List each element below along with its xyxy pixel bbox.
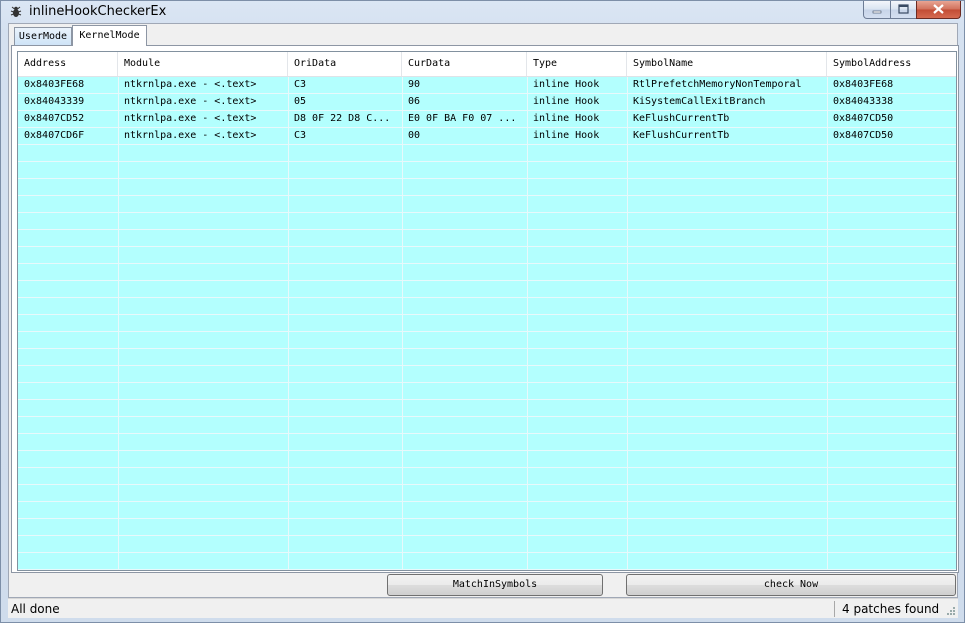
cell-type: inline Hook (533, 79, 600, 90)
resize-grip-icon[interactable] (946, 606, 956, 616)
column-header-type[interactable]: Type (527, 52, 627, 76)
column-header-curdata[interactable]: CurData (402, 52, 527, 76)
table-header: Address Module OriData CurData Type Symb… (18, 52, 956, 77)
match-in-symbols-button[interactable]: MatchInSymbols (387, 574, 603, 596)
window-title: inlineHookCheckerEx (29, 4, 167, 19)
empty-row (18, 468, 956, 485)
cell-type: inline Hook (533, 113, 600, 124)
cell-address: 0x8407CD52 (24, 113, 85, 124)
empty-row (18, 264, 956, 281)
empty-row (18, 366, 956, 383)
cell-address: 0x84043339 (24, 96, 85, 107)
status-message: All done (11, 602, 60, 616)
cell-type: inline Hook (533, 130, 600, 141)
tab-usermode[interactable]: UserMode (14, 27, 72, 45)
table-body: 0x8403FE68 ntkrnlpa.exe - <.text> C3 90 … (18, 77, 956, 570)
cell-symbolname: KeFlushCurrentTb (633, 130, 730, 141)
table-row[interactable]: 0x8403FE68 ntkrnlpa.exe - <.text> C3 90 … (18, 77, 956, 94)
cell-curdata: 00 (408, 130, 421, 141)
status-divider (834, 601, 835, 617)
empty-row (18, 213, 956, 230)
cell-oridata: 05 (294, 96, 307, 107)
app-window: inlineHookCheckerEx UserMode KernelMode … (0, 0, 965, 623)
minimize-icon (872, 10, 882, 14)
status-bar: All done 4 patches found (8, 598, 958, 618)
maximize-button[interactable] (890, 1, 917, 19)
empty-row (18, 434, 956, 451)
empty-row (18, 417, 956, 434)
minimize-button[interactable] (863, 1, 891, 19)
cell-type: inline Hook (533, 96, 600, 107)
cell-symboladdress: 0x8403FE68 (833, 79, 894, 90)
empty-row (18, 553, 956, 570)
empty-row (18, 145, 956, 162)
cell-oridata: D8 0F 22 D8 C... (294, 113, 391, 124)
empty-row (18, 298, 956, 315)
bug-icon (10, 6, 22, 17)
empty-row (18, 349, 956, 366)
patch-count: 4 patches found (842, 602, 940, 616)
cell-curdata: E0 0F BA F0 07 ... (408, 113, 517, 124)
cell-module: ntkrnlpa.exe - <.text> (124, 113, 257, 124)
close-button[interactable] (916, 1, 961, 19)
empty-row (18, 230, 956, 247)
cell-symboladdress: 0x8407CD50 (833, 113, 894, 124)
cell-oridata: C3 (294, 79, 307, 90)
cell-address: 0x8403FE68 (24, 79, 85, 90)
cell-symbolname: KeFlushCurrentTb (633, 113, 730, 124)
table-row[interactable]: 0x8407CD52 ntkrnlpa.exe - <.text> D8 0F … (18, 111, 956, 128)
empty-row (18, 502, 956, 519)
table-row[interactable]: 0x84043339 ntkrnlpa.exe - <.text> 05 06 … (18, 94, 956, 111)
empty-row (18, 485, 956, 502)
cell-symboladdress: 0x8407CD50 (833, 130, 894, 141)
cell-symboladdress: 0x84043338 (833, 96, 894, 107)
cell-curdata: 90 (408, 79, 421, 90)
empty-row (18, 536, 956, 553)
column-header-oridata[interactable]: OriData (288, 52, 402, 76)
cell-oridata: C3 (294, 130, 307, 141)
column-header-module[interactable]: Module (118, 52, 288, 76)
empty-row (18, 332, 956, 349)
table-row[interactable]: 0x8407CD6F ntkrnlpa.exe - <.text> C3 00 … (18, 128, 956, 145)
cell-module: ntkrnlpa.exe - <.text> (124, 96, 257, 107)
cell-symbolname: RtlPrefetchMemoryNonTemporal (633, 79, 802, 90)
empty-row (18, 400, 956, 417)
cell-symbolname: KiSystemCallExitBranch (633, 96, 766, 107)
empty-row (18, 451, 956, 468)
check-now-button[interactable]: check Now (626, 574, 956, 596)
cell-module: ntkrnlpa.exe - <.text> (124, 130, 257, 141)
empty-row (18, 247, 956, 264)
empty-row (18, 383, 956, 400)
empty-row (18, 519, 956, 536)
column-header-symboladdress[interactable]: SymbolAddress (827, 52, 956, 76)
empty-row (18, 315, 956, 332)
cell-module: ntkrnlpa.exe - <.text> (124, 79, 257, 90)
empty-row (18, 162, 956, 179)
close-icon (933, 4, 944, 14)
empty-row (18, 179, 956, 196)
cell-curdata: 06 (408, 96, 421, 107)
column-header-address[interactable]: Address (18, 52, 118, 76)
hooks-table[interactable]: Address Module OriData CurData Type Symb… (17, 51, 957, 571)
restore-icon (898, 4, 909, 14)
tab-kernelmode[interactable]: KernelMode (72, 25, 147, 46)
column-header-symbolname[interactable]: SymbolName (627, 52, 827, 76)
cell-address: 0x8407CD6F (24, 130, 85, 141)
empty-row (18, 281, 956, 298)
empty-row (18, 196, 956, 213)
title-bar[interactable]: inlineHookCheckerEx (1, 1, 964, 23)
